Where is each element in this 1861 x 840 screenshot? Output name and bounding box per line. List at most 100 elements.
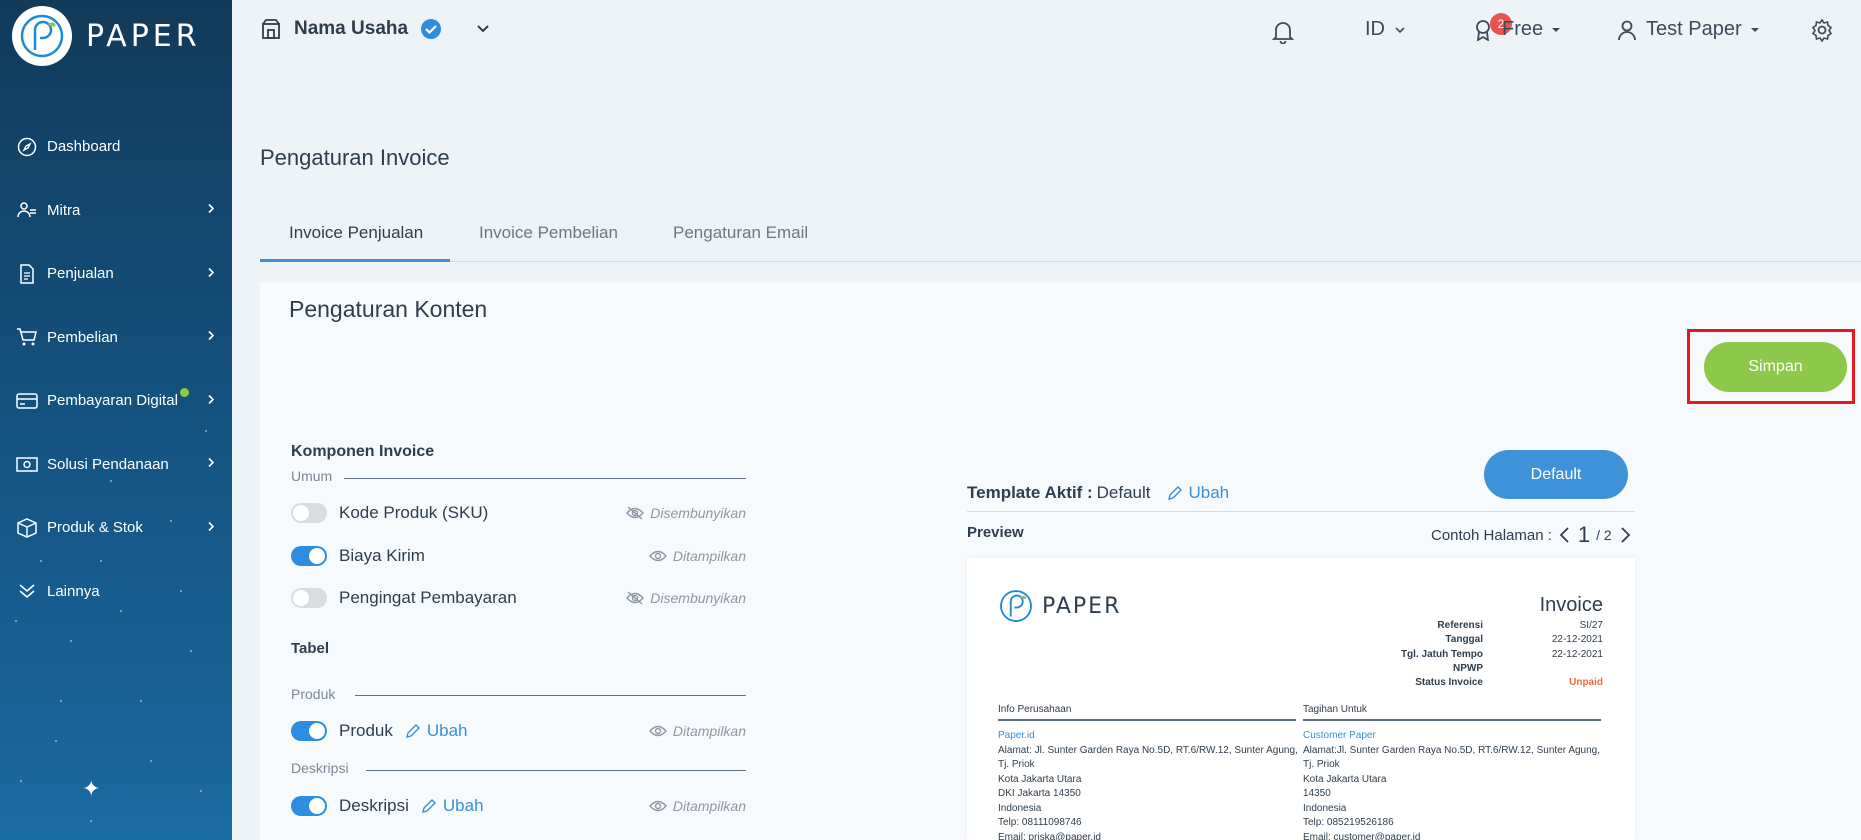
tab-invoice-pembelian[interactable]: Invoice Pembelian (479, 223, 618, 243)
visibility-status-text: Disembunyikan (650, 505, 746, 521)
sparkle-icon: ✦ (82, 776, 101, 801)
gear-icon (1811, 18, 1833, 42)
verified-icon (421, 19, 442, 39)
settings-button[interactable] (1810, 18, 1834, 42)
toggle-biaya-kirim[interactable] (291, 546, 327, 566)
card-title: Pengaturan Konten (289, 296, 488, 322)
document-icon (16, 263, 38, 285)
invoice-meta-row: Status Invoice Unpaid (1363, 677, 1603, 691)
divider (366, 770, 746, 771)
user-icon (1618, 20, 1636, 40)
save-button[interactable]: Simpan (1704, 342, 1847, 392)
tab-pengaturan-email[interactable]: Pengaturan Email (673, 223, 808, 243)
pencil-icon (1167, 486, 1182, 500)
section-title-komponen: Komponen Invoice (291, 443, 435, 460)
sidebar-item-dashboard[interactable]: Dashboard (0, 115, 232, 179)
meta-value: 22-12-2021 (1551, 648, 1603, 660)
default-template-button[interactable]: Default (1484, 450, 1628, 499)
invoice-meta-row: NPWP (1363, 663, 1603, 677)
tab-invoice-penjualan[interactable]: Invoice Penjualan (289, 223, 423, 243)
language-label: ID (1365, 18, 1385, 40)
sidebar-item-pembayaran-digital[interactable]: Pembayaran Digital (0, 369, 232, 433)
address-line: Indonesia (998, 802, 1042, 814)
active-tab-indicator (260, 259, 450, 262)
toggle-deskripsi[interactable] (291, 796, 327, 816)
sidebar-item-penjualan[interactable]: Penjualan (0, 242, 232, 306)
preview-label: Preview (967, 524, 1024, 541)
page-current: 1 (1577, 522, 1591, 547)
meta-value: SI/27 (1579, 620, 1603, 631)
sidebar-item-solusi-pendanaan[interactable]: Solusi Pendanaan (0, 433, 232, 497)
sidebar-item-pembelian[interactable]: Pembelian (0, 306, 232, 370)
edit-label: Ubah (426, 721, 468, 740)
meta-value (1483, 663, 1603, 677)
address-line: Email: customer@paper.id (1303, 831, 1421, 840)
status-dot (179, 388, 189, 398)
divider (344, 478, 746, 479)
sidebar-item-produk-stok[interactable]: Produk & Stok (0, 496, 232, 560)
page-title: Pengaturan Invoice (260, 145, 450, 170)
eye-off-icon (626, 591, 645, 605)
setting-row-sku: Kode Produk (SKU) Disembunyikan (291, 501, 746, 525)
invoice-meta-row: Tanggal 22-12-2021 (1363, 634, 1603, 648)
from-heading: Info Perusahaan (998, 704, 1072, 715)
visibility-status: Disembunyikan (626, 590, 746, 606)
sidebar-item-lainnya[interactable]: Lainnya (0, 560, 232, 624)
setting-row-biaya-kirim: Biaya Kirim Ditampilkan (291, 544, 746, 568)
chevron-right-icon (206, 202, 216, 219)
edit-produk-link[interactable]: Ubah (405, 721, 468, 741)
invoice-tabs: Invoice Penjualan Invoice Pembelian Peng… (260, 214, 1861, 262)
toggle-pengingat[interactable] (291, 588, 327, 608)
section-title-tabel: Tabel (291, 640, 330, 657)
chevron-right-icon[interactable] (1618, 525, 1632, 545)
meta-key: Status Invoice (1415, 677, 1483, 689)
invoice-title: Invoice (1539, 594, 1603, 616)
chevron-right-icon (206, 392, 216, 409)
divider (998, 719, 1296, 721)
chevron-right-icon (206, 329, 216, 346)
user-name: Test Paper (1646, 18, 1742, 40)
eye-icon (648, 550, 667, 562)
sidebar-item-label: Pembayaran Digital (47, 392, 178, 410)
plan-selector[interactable]: Free (1472, 18, 1561, 41)
decor-star (90, 820, 92, 822)
edit-template-link[interactable]: Ubah (1167, 483, 1229, 503)
business-switcher[interactable]: Nama Usaha (260, 18, 494, 40)
brand-logo[interactable]: PAPER (12, 6, 201, 66)
box-icon (16, 517, 38, 539)
sidebar-nav: Dashboard Mitra Penjualan Pembelian Pembayar… (0, 115, 232, 623)
address-line: Tj. Priok (998, 759, 1035, 770)
group-label-deskripsi: Deskripsi (291, 760, 349, 776)
toggle-produk[interactable] (291, 721, 327, 741)
meta-key: Tanggal (1445, 634, 1483, 646)
address-line: DKI Jakarta 14350 (998, 788, 1081, 799)
sidebar-item-mitra[interactable]: Mitra (0, 179, 232, 243)
sidebar-item-label: Dashboard (47, 138, 121, 156)
pencil-icon (405, 724, 420, 738)
language-selector[interactable]: ID (1365, 18, 1407, 41)
group-label-umum: Umum (291, 468, 333, 484)
address-line: Email: priska@paper.id (998, 831, 1101, 840)
edit-deskripsi-link[interactable]: Ubah (421, 796, 484, 816)
chevron-left-icon[interactable] (1558, 525, 1572, 545)
divider (967, 511, 1635, 512)
party-name: Paper.id (998, 730, 1035, 741)
invoice-meta-row: Referensi SI/27 (1363, 620, 1603, 634)
decor-star (20, 780, 22, 782)
group-label-produk: Produk (291, 686, 336, 702)
sidebar-item-label: Produk & Stok (47, 519, 143, 537)
decor-star (55, 740, 57, 742)
notification-button[interactable] (1270, 18, 1296, 44)
user-menu[interactable]: Test Paper (1616, 18, 1760, 41)
visibility-status-text: Ditampilkan (672, 723, 746, 739)
to-heading: Tagihan Untuk (1303, 704, 1367, 715)
compass-icon (16, 136, 38, 158)
visibility-status-text: Ditampilkan (672, 798, 746, 814)
setting-label: Kode Produk (SKU) (339, 503, 489, 522)
sidebar: ✦ PAPER Dashboard Mitra Penjualan Pembelian… (0, 0, 232, 840)
setting-label: Biaya Kirim (339, 546, 425, 565)
toggle-sku[interactable] (291, 503, 327, 523)
eye-off-icon (626, 506, 645, 520)
chevron-down-icon[interactable] (472, 18, 494, 40)
address-line: Telp: 085219526186 (1303, 817, 1394, 828)
